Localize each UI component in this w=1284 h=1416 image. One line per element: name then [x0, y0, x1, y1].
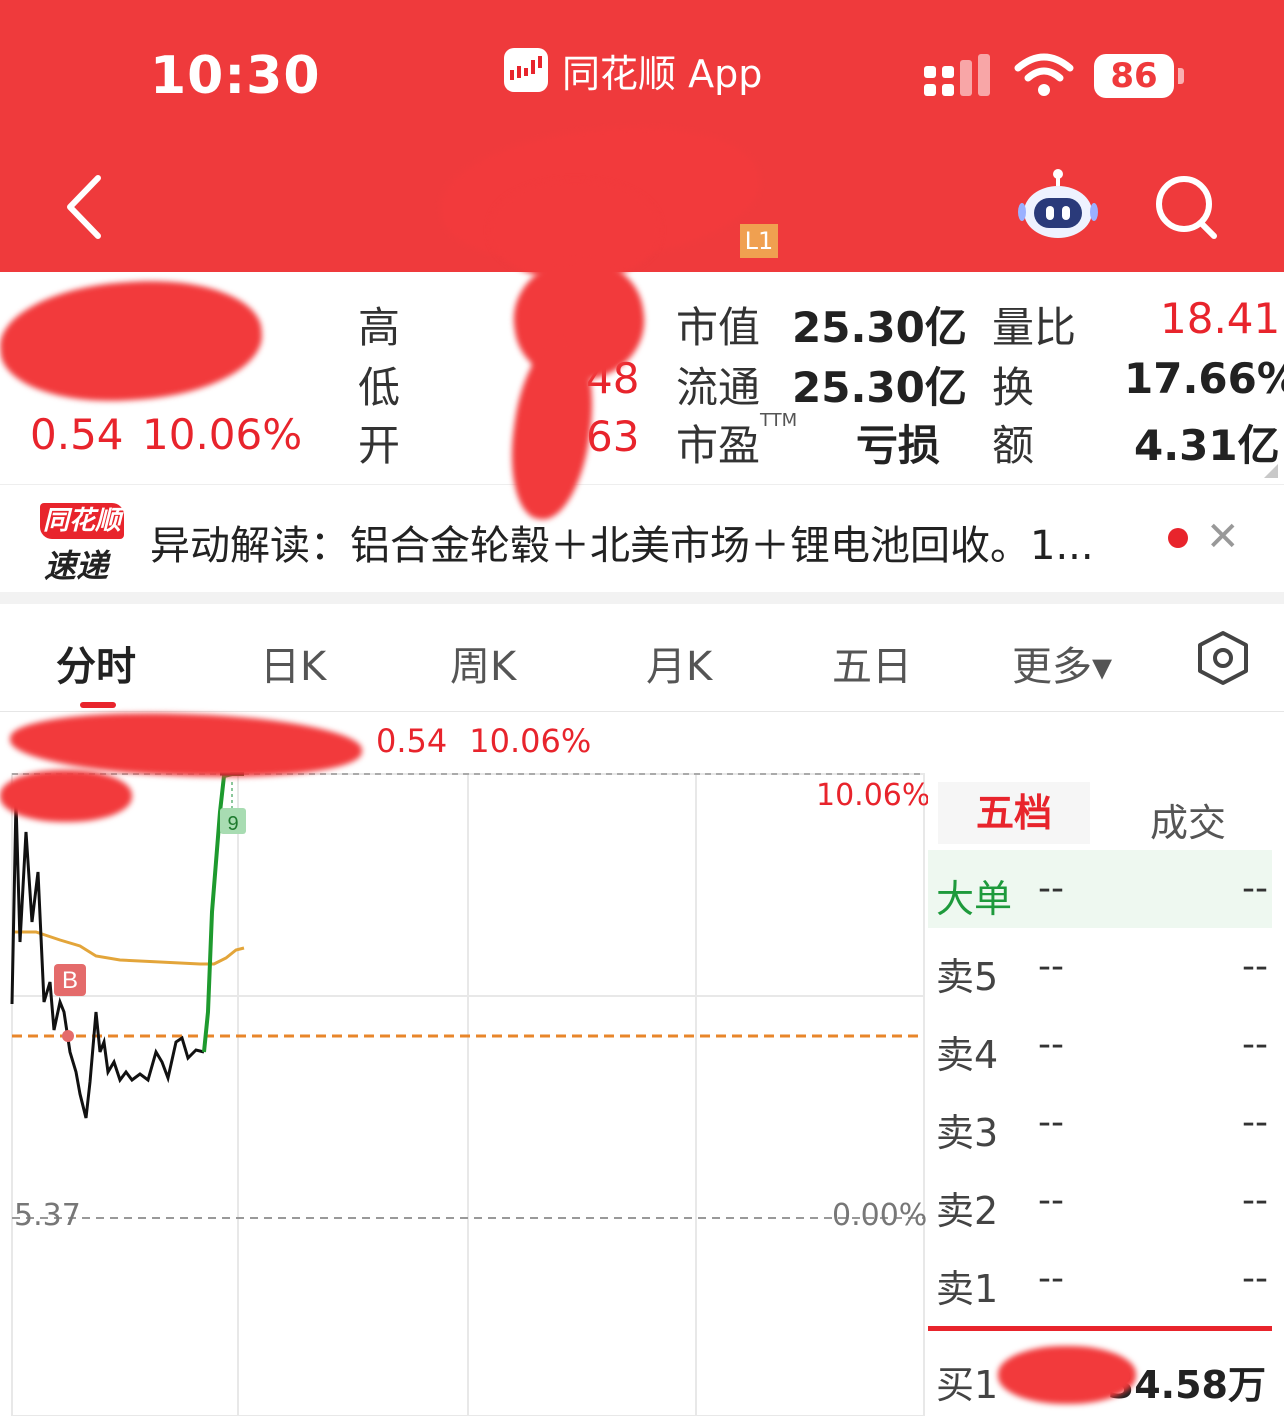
svg-text:B: B [62, 967, 78, 994]
news-logo-top: 同花顺 [40, 503, 124, 539]
chart-tabs: 分时 日K 周K 月K 五日 更多▾ [0, 604, 1284, 712]
row-volume: -- [1242, 1258, 1268, 1299]
unread-dot-icon [1168, 528, 1188, 548]
row-volume: -- [1242, 868, 1268, 909]
pe-value: 亏损 [856, 421, 941, 470]
row-label: 卖2 [936, 1189, 999, 1233]
battery-tip [1178, 68, 1184, 84]
market-cap-value: 25.30亿 [792, 303, 967, 352]
tab-intraday[interactable]: 分时 [56, 634, 136, 692]
row-label: 卖5 [936, 955, 999, 999]
app-logo-icon [504, 48, 548, 92]
tab-weekly-k[interactable]: 周K [450, 634, 516, 692]
close-icon[interactable]: ✕ [1206, 514, 1240, 560]
turnover-value: 17.66% [1124, 354, 1284, 403]
chart-change: 0.54 [376, 722, 448, 760]
amount-value: 4.31亿 [1134, 421, 1280, 470]
open-label: 开 [358, 421, 401, 470]
row-volume: -- [1242, 1102, 1268, 1143]
tab-daily-k[interactable]: 日K [260, 634, 326, 692]
robot-assistant-icon[interactable] [1018, 168, 1098, 242]
search-icon[interactable] [1152, 172, 1222, 242]
tab-five-day[interactable]: 五日 [832, 634, 912, 692]
status-time: 10:30 [150, 46, 321, 106]
volume-ratio-label: 量比 [992, 303, 1077, 352]
axis-pct-top: 10.06% [816, 778, 931, 813]
row-price: -- [1038, 946, 1064, 987]
ask-row-1: 卖1 -- -- [928, 1240, 1272, 1318]
news-banner[interactable]: 同花顺 速递 异动解读：铝合金轮毂＋北美市场＋锂电池回收。1... [0, 484, 1284, 592]
row-volume: -- [1242, 946, 1268, 987]
news-text[interactable]: 异动解读：铝合金轮毂＋北美市场＋锂电池回收。1... [150, 513, 1140, 571]
row-volume: -- [1242, 1180, 1268, 1221]
pe-label: 市盈 [676, 421, 761, 470]
bid-ask-divider [928, 1326, 1272, 1331]
float-cap-value: 25.30亿 [792, 363, 967, 412]
settings-hexagon-icon[interactable] [1196, 630, 1250, 686]
big-order-row: 大单 -- -- [928, 850, 1272, 928]
ask-row-5: 卖5 -- -- [928, 928, 1272, 1006]
chart-info-line: 0.54 10.06% [376, 722, 613, 760]
volume-ratio-value: 18.41 [1160, 294, 1281, 343]
row-price: -- [1038, 1180, 1064, 1221]
row-price: -- [1038, 1102, 1064, 1143]
news-logo-bottom: 速递 [44, 547, 109, 585]
row-price: -- [1038, 868, 1064, 909]
row-label: 买1 [936, 1363, 999, 1407]
high-label: 高 [358, 303, 401, 352]
amount-label: 额 [992, 421, 1035, 470]
order-book-panel: 五档 成交 大单 -- -- 卖5 -- -- 卖4 -- -- 卖3 -- -… [928, 772, 1272, 1416]
app-switch-chip[interactable]: 同花顺 App [504, 46, 762, 96]
wifi-icon [1014, 53, 1074, 96]
ask-row-3: 卖3 -- -- [928, 1084, 1272, 1162]
section-gap [0, 592, 1284, 604]
signal-icon [924, 54, 990, 96]
axis-pct-zero: 0.00% [832, 1198, 928, 1233]
open-value: 63 [586, 412, 640, 461]
pe-ttm-sup: TTM [760, 410, 798, 431]
battery-icon: 86 [1094, 54, 1174, 98]
redaction-mark [0, 770, 132, 822]
price-change: 0.54 [30, 410, 124, 459]
active-tab-indicator [80, 702, 116, 708]
row-label: 卖4 [936, 1033, 999, 1077]
ask-row-2: 卖2 -- -- [928, 1162, 1272, 1240]
row-label: 大单 [936, 877, 1013, 921]
row-label: 卖1 [936, 1267, 999, 1311]
axis-base-price: 5.37 [14, 1198, 81, 1233]
price-line [10, 801, 205, 1119]
row-volume: -- [1242, 1024, 1268, 1065]
turnover-label: 换 [992, 363, 1035, 412]
row-price: -- [1038, 1258, 1064, 1299]
tab-more[interactable]: 更多▾ [1012, 634, 1112, 692]
low-label: 低 [358, 363, 401, 412]
row-price: -- [1038, 1024, 1064, 1065]
tab-five-levels[interactable]: 五档 [938, 782, 1090, 844]
tab-trades[interactable]: 成交 [1150, 792, 1226, 847]
chart-change-pct: 10.06% [469, 722, 592, 760]
redaction-mark [998, 1346, 1136, 1404]
news-flash-logo: 同花顺 速递 [34, 503, 126, 585]
float-cap-label: 流通 [676, 363, 761, 412]
expand-corner-icon[interactable] [1264, 464, 1278, 478]
row-label: 卖3 [936, 1111, 999, 1155]
market-cap-label: 市值 [676, 303, 761, 352]
level-badge: L1 [740, 224, 778, 258]
back-icon[interactable] [58, 172, 118, 242]
price-change-pct: 10.06% [142, 410, 303, 459]
tab-monthly-k[interactable]: 月K [646, 634, 712, 692]
svg-text:9: 9 [227, 813, 238, 835]
app-name: 同花顺 App [562, 51, 763, 96]
intraday-chart[interactable]: B 9 [0, 712, 928, 1416]
ask-row-4: 卖4 -- -- [928, 1006, 1272, 1084]
